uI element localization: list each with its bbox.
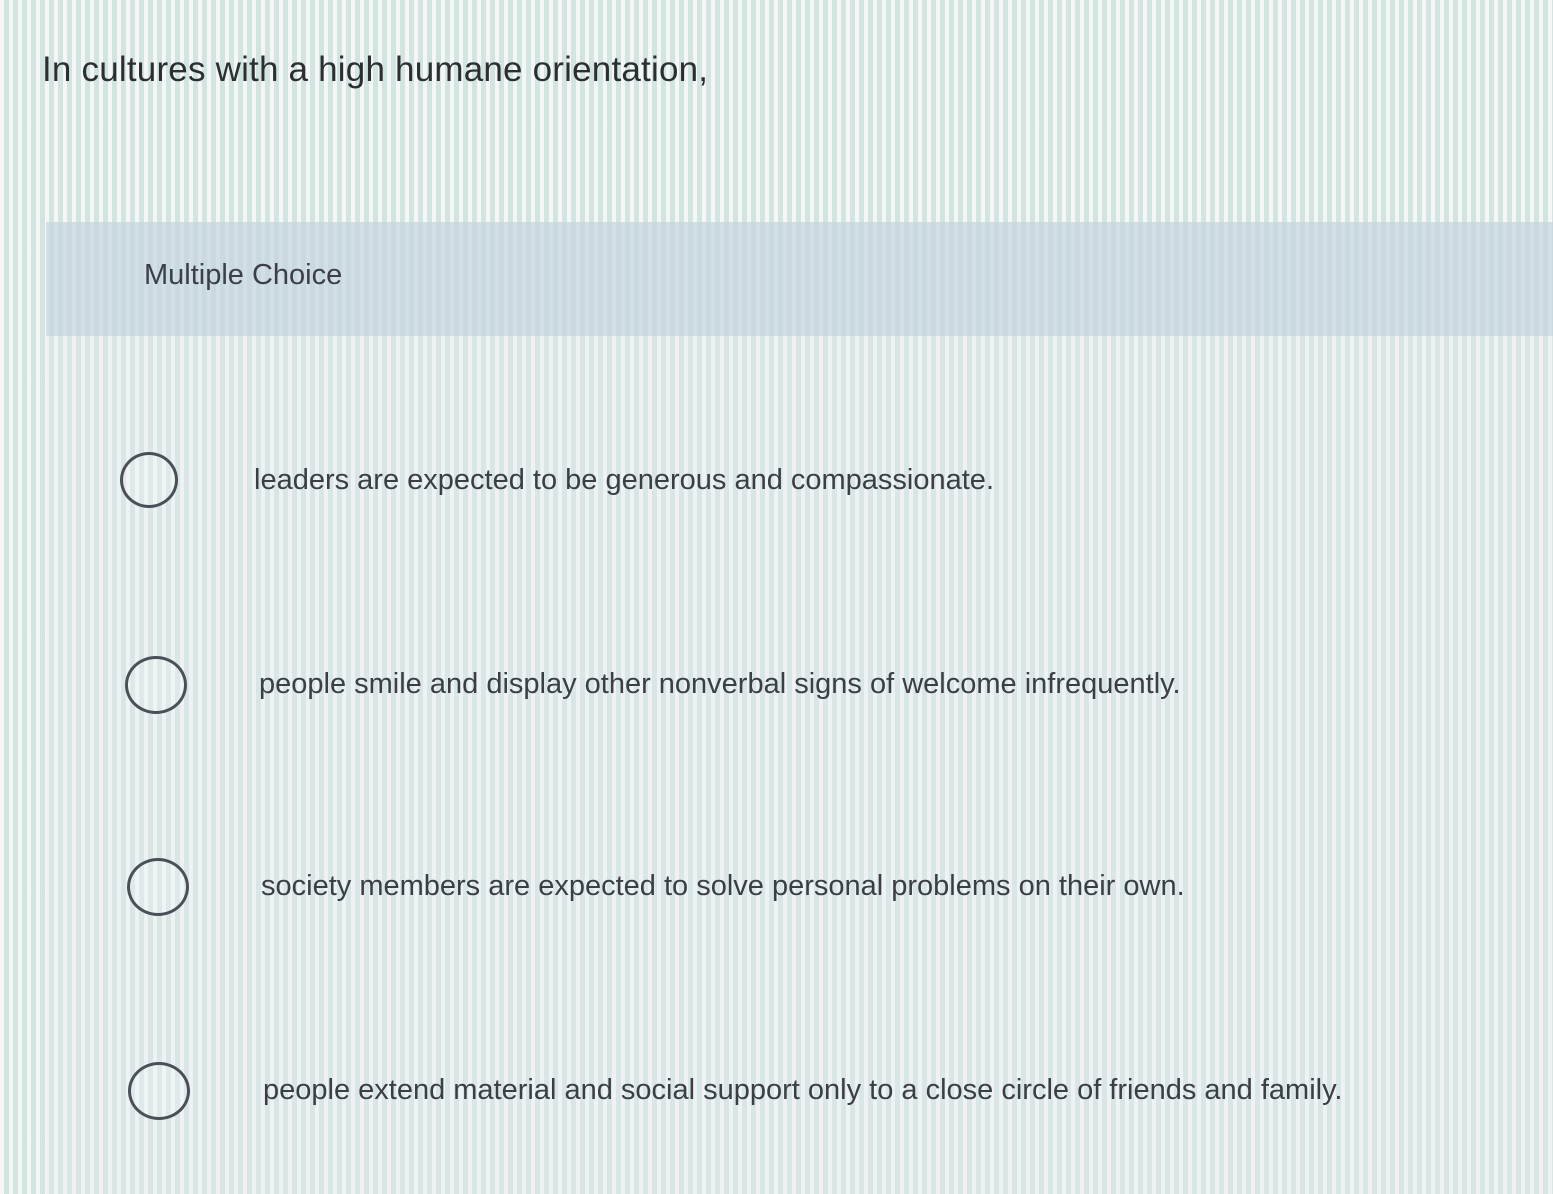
choice-option-1[interactable]: leaders are expected to be generous and … <box>120 452 1500 522</box>
choice-option-4[interactable]: people extend material and social suppor… <box>120 1062 1500 1132</box>
choice-label-2[interactable]: people smile and display other nonverbal… <box>259 668 1181 701</box>
radio-unchecked-icon[interactable] <box>120 452 178 508</box>
choice-label-3[interactable]: society members are expected to solve pe… <box>261 870 1185 903</box>
question-text: In cultures with a high humane orientati… <box>42 50 709 89</box>
choice-option-3[interactable]: society members are expected to solve pe… <box>120 858 1500 928</box>
choice-label-4[interactable]: people extend material and social suppor… <box>263 1074 1343 1107</box>
choice-option-2[interactable]: people smile and display other nonverbal… <box>120 656 1500 726</box>
question-page: In cultures with a high humane orientati… <box>0 0 1553 1194</box>
radio-unchecked-icon[interactable] <box>125 656 187 714</box>
radio-unchecked-icon[interactable] <box>128 1062 190 1120</box>
answer-panel-header: Multiple Choice <box>46 222 1553 336</box>
question-type-label: Multiple Choice <box>144 259 343 291</box>
radio-unchecked-icon[interactable] <box>127 858 189 916</box>
choice-label-1[interactable]: leaders are expected to be generous and … <box>254 464 994 497</box>
